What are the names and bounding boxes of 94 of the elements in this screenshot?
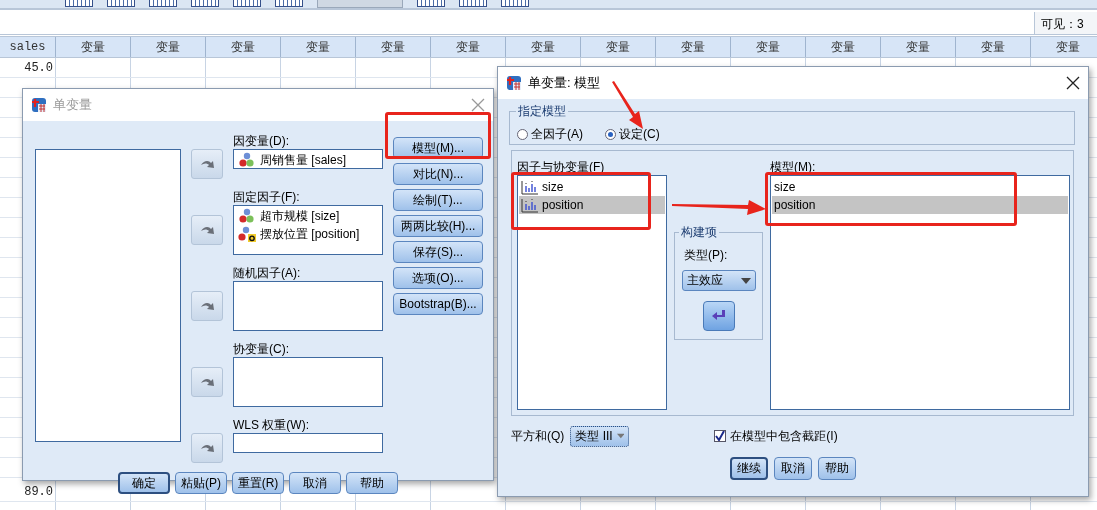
column-header[interactable]: 变量 [281, 37, 356, 57]
bar-chart-icon [521, 179, 539, 195]
field-label: WLS 权重(W): [233, 417, 310, 433]
field-label: 固定因子(F): [233, 189, 301, 205]
column-header[interactable]: 变量 [881, 37, 956, 57]
list-item[interactable]: position [519, 196, 665, 214]
variable-item[interactable]: 超市规模 [size] [260, 207, 340, 225]
column-header[interactable]: 变量 [56, 37, 131, 57]
bar-chart-icon [521, 197, 539, 213]
column-header[interactable]: 变量 [731, 37, 806, 57]
move-button[interactable] [191, 215, 223, 245]
variable-list[interactable]: size position [770, 175, 1070, 410]
toolbar-icon[interactable] [191, 0, 219, 7]
field-label: 随机因子(A): [233, 265, 302, 281]
list-item[interactable]: position [772, 196, 1068, 214]
variable-item[interactable]: 摆放位置 [position] [260, 225, 360, 243]
list-item[interactable]: size [772, 178, 800, 196]
column-header[interactable]: 变量 [506, 37, 581, 57]
field-label: 平方和(Q) [511, 427, 565, 445]
dialog-button[interactable]: 帮助 [346, 472, 398, 494]
dialog-title: 单变量: 模型 [528, 74, 602, 92]
column-header[interactable]: 变量 [806, 37, 881, 57]
string-variable-icon [238, 226, 256, 242]
radio-label[interactable]: 设定(C) [619, 125, 660, 143]
toolbar-icon[interactable] [149, 0, 177, 7]
checkbox[interactable] [714, 430, 727, 442]
list-item[interactable]: size [519, 178, 568, 196]
dialog-button[interactable]: 对比(N)... [393, 163, 483, 185]
move-button[interactable] [191, 291, 223, 321]
field-label: 协变量(C): [233, 341, 290, 357]
column-header[interactable]: 变量 [1031, 37, 1097, 57]
dialog-button[interactable]: 取消 [774, 457, 812, 480]
variable-list[interactable] [35, 149, 181, 442]
arrow [612, 81, 643, 129]
move-button[interactable] [191, 367, 223, 397]
variable-list[interactable] [233, 281, 383, 331]
toolbar-icon[interactable] [501, 0, 529, 7]
dialog-button[interactable]: 重置(R) [232, 472, 284, 494]
toolbar-icon[interactable] [233, 0, 261, 7]
toolbar-icon[interactable] [275, 0, 303, 7]
app-icon [506, 75, 522, 91]
toolbar-icon[interactable] [65, 0, 93, 7]
ball-cluster-icon [238, 152, 256, 168]
column-header[interactable]: 变量 [206, 37, 281, 57]
move-button[interactable] [191, 433, 223, 463]
dialog-button[interactable]: 帮助 [818, 457, 856, 480]
visible-count-label: 可见：3 [1034, 12, 1097, 34]
checkbox-label[interactable]: 在模型中包含截距(I) [730, 427, 838, 445]
radio-button[interactable] [517, 128, 528, 140]
input-field[interactable]: 周销售量 [sales] [233, 149, 383, 169]
group-label: 指定模型 [516, 103, 568, 120]
caret-icon [616, 433, 625, 439]
radio-button[interactable] [605, 128, 616, 140]
add-button[interactable] [702, 301, 735, 331]
dialog-button[interactable]: 两两比较(H)... [393, 215, 483, 237]
toolbar-icon[interactable] [107, 0, 135, 7]
dialog-button[interactable]: 绘制(T)... [393, 189, 483, 211]
dialog-button[interactable]: 模型(M)... [393, 137, 483, 159]
variable-list[interactable]: size position [517, 175, 667, 410]
radio-label[interactable]: 全因子(A) [531, 125, 583, 143]
column-header[interactable]: 变量 [581, 37, 656, 57]
app-icon [31, 97, 47, 113]
dropdown[interactable]: 主效应 [681, 270, 756, 291]
column-header[interactable]: 变量 [131, 37, 206, 57]
toolbar-icon[interactable] [417, 0, 445, 7]
dialog-title: 单变量 [53, 96, 93, 114]
variable-list[interactable] [233, 357, 383, 407]
group-label: 构建项 [679, 224, 719, 241]
check-icon [715, 431, 726, 441]
variable-list[interactable]: 超市规模 [size] 摆放位置 [position] [233, 205, 383, 255]
close-icon[interactable] [1066, 76, 1080, 90]
column-header[interactable]: 变量 [431, 37, 506, 57]
column-header[interactable]: 变量 [656, 37, 731, 57]
ball-cluster-icon [238, 208, 256, 224]
field-label: 类型(P): [683, 247, 728, 264]
dialog-button[interactable]: 取消 [289, 472, 341, 494]
dialog-button[interactable]: 确定 [118, 472, 170, 494]
table-cell: 89.0 [0, 482, 56, 501]
dialog-button[interactable]: 继续 [730, 457, 768, 480]
variable-item[interactable]: 周销售量 [sales] [260, 151, 346, 169]
input-field[interactable] [233, 433, 383, 453]
dialog-button[interactable]: Bootstrap(B)... [393, 293, 483, 315]
toolbar-icon[interactable] [459, 0, 487, 7]
move-button[interactable] [191, 149, 223, 179]
dropdown[interactable]: 类型 III [570, 425, 630, 447]
table-cell: 45.0 [0, 58, 56, 77]
column-header[interactable]: 变量 [956, 37, 1031, 57]
caret-icon [740, 277, 751, 284]
column-header[interactable]: sales [0, 37, 56, 57]
column-header[interactable]: 变量 [356, 37, 431, 57]
dialog-button[interactable]: 选项(O)... [393, 267, 483, 289]
dialog-button[interactable]: 粘贴(P) [175, 472, 227, 494]
dialog-button[interactable]: 保存(S)... [393, 241, 483, 263]
field-label: 因变量(D): [233, 133, 290, 149]
